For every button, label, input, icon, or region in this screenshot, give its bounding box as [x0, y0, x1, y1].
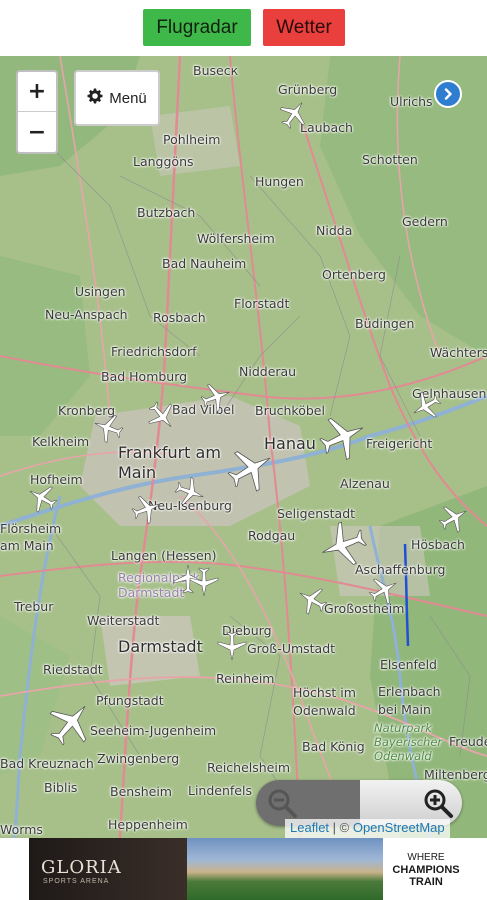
place-label: Langen (Hessen) — [111, 548, 217, 563]
place-label: Bad Kreuznach — [0, 756, 94, 771]
ad-slogan-line3: TRAIN — [409, 876, 443, 888]
place-label: Elsenfeld — [380, 657, 437, 672]
place-label: Rodgau — [248, 528, 296, 543]
ad-stadium-image — [187, 838, 383, 900]
place-label: Seeheim-Jugenheim — [90, 723, 217, 738]
ad-banner[interactable]: GLORIA SPORTS ARENA WHERE CHAMPIONS TRAI… — [0, 838, 487, 900]
place-label: Kelkheim — [32, 434, 90, 449]
ad-slogan: WHERE CHAMPIONS TRAIN — [391, 852, 461, 888]
place-label: Nidderau — [239, 364, 297, 379]
chevron-right-icon[interactable] — [434, 80, 462, 108]
place-label: Groß-Umstadt — [247, 641, 336, 656]
place-label: Hungen — [255, 174, 304, 189]
place-label: Gedern — [402, 214, 448, 229]
ad-creative[interactable]: GLORIA SPORTS ARENA WHERE CHAMPIONS TRAI… — [29, 838, 461, 900]
place-label: Wölfersheim — [197, 231, 275, 246]
ad-brand: GLORIA — [41, 857, 122, 878]
zoom-out-magnifier-icon[interactable] — [266, 787, 298, 819]
place-label: Zwingenberg — [97, 751, 180, 766]
flugradar-button[interactable]: Flugradar — [143, 9, 251, 46]
place-label: Pohlheim — [163, 132, 221, 147]
place-label: Worms — [0, 822, 43, 837]
airplane-icon[interactable] — [216, 630, 248, 662]
place-label: Florstadt — [234, 296, 290, 311]
zoom-control: + − — [16, 70, 58, 154]
place-label: Neu-Anspach — [45, 307, 128, 322]
airplane-icon[interactable] — [188, 566, 220, 598]
ad-logo-panel: GLORIA SPORTS ARENA — [29, 838, 187, 900]
place-label: Wächters — [430, 345, 487, 360]
place-label: Bruchköbel — [255, 403, 325, 418]
place-label: Reichelsheim — [207, 760, 291, 775]
place-label: Nidda — [316, 223, 353, 238]
wetter-button[interactable]: Wetter — [263, 9, 345, 46]
place-label: Ortenberg — [322, 267, 386, 282]
place-label: Freude — [449, 734, 487, 749]
place-label: Reinheim — [216, 671, 275, 686]
place-label: Erlenbach bei Main — [378, 684, 441, 717]
top-bar: Flugradar Wetter — [0, 0, 487, 56]
ad-slogan-line2: CHAMPIONS — [392, 864, 460, 876]
place-label: Bad Nauheim — [162, 256, 247, 271]
place-label: Trebur — [14, 599, 54, 614]
zoom-out-button[interactable]: − — [18, 112, 56, 152]
place-label: Langgöns — [133, 154, 194, 169]
place-label-major: Darmstadt — [118, 637, 203, 656]
ad-brand-sub: SPORTS ARENA — [43, 878, 110, 885]
place-label: Hösbach — [411, 537, 465, 552]
gear-icon — [87, 88, 103, 108]
menu-label: Menü — [109, 89, 147, 107]
place-label: Pfungstadt — [96, 693, 164, 708]
place-label: Alzenau — [340, 476, 390, 491]
place-label: Riedstadt — [43, 662, 103, 677]
ad-slogan-line1: WHERE — [407, 852, 445, 863]
place-label: Heppenheim — [108, 817, 188, 832]
place-label: Rosbach — [153, 310, 206, 325]
place-label: Biblis — [44, 780, 78, 795]
place-label: Ulrichs — [390, 94, 433, 109]
zoom-in-button[interactable]: + — [18, 72, 56, 112]
place-label: Butzbach — [137, 205, 196, 220]
place-label: Bad Homburg — [101, 369, 188, 384]
place-label-park: Naturpark Bayerischer Odenwald — [374, 721, 443, 763]
place-label: Usingen — [75, 284, 126, 299]
attribution-separator: | © — [329, 820, 353, 835]
place-label: Busecк — [193, 63, 239, 78]
place-label: Flörsheim am Main — [0, 521, 62, 553]
place-label: Laubach — [300, 120, 353, 135]
place-label-major: Hanau — [264, 434, 316, 453]
place-label: Bensheim — [110, 784, 172, 799]
map-attribution: Leaflet | © OpenStreetMap — [285, 819, 450, 838]
place-label: Lindenfels — [188, 783, 252, 798]
place-label: Aschaffenburg — [355, 562, 446, 577]
menu-button[interactable]: Menü — [74, 70, 160, 126]
zoom-in-magnifier-icon[interactable] — [422, 787, 454, 819]
place-label: Bad König — [302, 739, 365, 754]
openstreetmap-link[interactable]: OpenStreetMap — [353, 820, 445, 835]
place-label: Friedrichsdorf — [111, 344, 197, 359]
place-label: Schotten — [362, 152, 418, 167]
flight-map[interactable]: Busecк Grünberg Laubach Ulrichs Pohlheim… — [0, 56, 487, 838]
place-label: Weiterstadt — [87, 613, 160, 628]
place-label: Höchst im Odenwald — [293, 685, 356, 718]
leaflet-link[interactable]: Leaflet — [290, 820, 329, 835]
place-label: Büdingen — [355, 316, 415, 331]
